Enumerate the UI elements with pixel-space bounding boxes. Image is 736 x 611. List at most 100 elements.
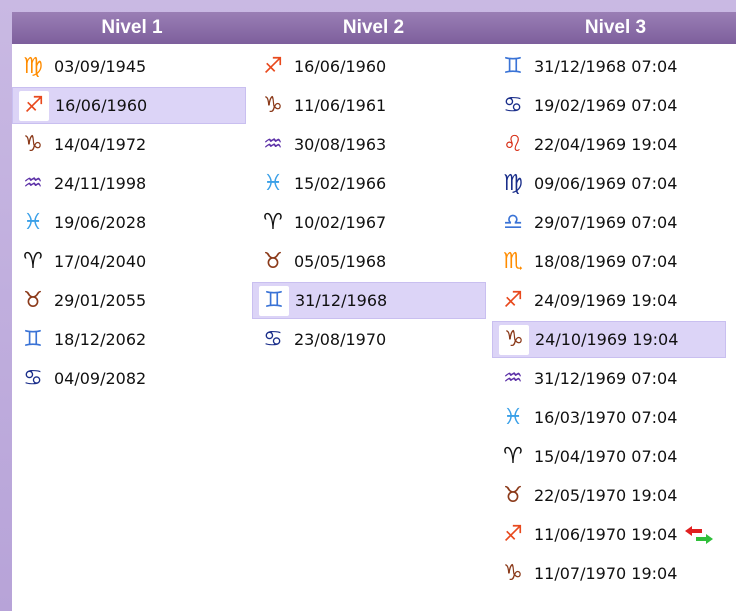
period-date-label: 05/05/1968 [294, 252, 387, 271]
period-row[interactable]: ♋ 23/08/1970 [252, 321, 486, 358]
pisces-icon: ♓ [503, 404, 523, 430]
period-date-label: 17/04/2040 [54, 252, 147, 271]
period-row[interactable]: ♊ 31/12/1968 07:04 [492, 48, 726, 85]
period-row[interactable]: ♌ 22/04/1969 19:04 [492, 126, 726, 163]
sagittarius-icon: ♐ [263, 53, 283, 79]
libra-icon: ♎ [503, 209, 523, 235]
cancer-icon: ♋ [23, 365, 43, 391]
sagittarius-icon: ♐ [503, 287, 523, 313]
period-date-label: 15/02/1966 [294, 174, 387, 193]
leo-icon: ♌ [503, 131, 523, 157]
level-3-list: ♊ 31/12/1968 07:04 ♋ 19/02/1969 07:04 ♌ 22/04… [492, 48, 726, 594]
period-row[interactable]: ♑ 11/07/1970 19:04 [492, 555, 726, 592]
period-date-label: 11/06/1961 [294, 96, 387, 115]
period-date-label: 16/06/1960 [55, 96, 148, 115]
period-date-label: 23/08/1970 [294, 330, 387, 349]
period-date-label: 24/10/1969 19:04 [535, 330, 679, 349]
period-date-label: 15/04/1970 07:04 [534, 447, 678, 466]
period-date-label: 16/06/1960 [294, 57, 387, 76]
period-row[interactable]: ♐ 16/06/1960 [252, 48, 486, 85]
cancer-icon: ♋ [263, 326, 283, 352]
pisces-icon: ♓ [263, 170, 283, 196]
aquarius-icon: ♒ [263, 131, 283, 157]
period-date-label: 24/09/1969 19:04 [534, 291, 678, 310]
period-row[interactable]: ♒ 24/11/1998 [12, 165, 246, 202]
virgo-icon: ♍ [23, 53, 43, 79]
period-row[interactable]: ♐ 11/06/1970 19:04 [492, 516, 726, 553]
period-date-label: 10/02/1967 [294, 213, 387, 232]
capricorn-icon: ♑ [499, 324, 529, 355]
period-row[interactable]: ♈ 15/04/1970 07:04 [492, 438, 726, 475]
taurus-icon: ♉ [263, 248, 283, 274]
column-title-nivel-2: Nivel 2 [342, 17, 405, 38]
period-date-label: 16/03/1970 07:04 [534, 408, 678, 427]
period-row[interactable]: ♏ 18/08/1969 07:04 [492, 243, 726, 280]
taurus-icon: ♉ [23, 287, 43, 313]
virgo-icon: ♍ [503, 170, 523, 196]
period-row[interactable]: ♈ 17/04/2040 [12, 243, 246, 280]
level-1-list: ♍ 03/09/1945 ♐ 16/06/1960 ♑ 14/04/1972 ♒ 24/11/… [12, 48, 246, 399]
aries-icon: ♈ [263, 209, 283, 235]
capricorn-icon: ♑ [23, 131, 43, 157]
period-date-label: 24/11/1998 [54, 174, 147, 193]
period-date-label: 04/09/2082 [54, 369, 147, 388]
aries-icon: ♈ [23, 248, 43, 274]
period-date-label: 03/09/1945 [54, 57, 147, 76]
capricorn-icon: ♑ [263, 92, 283, 118]
capricorn-icon: ♑ [503, 560, 523, 586]
levels-header: Nivel 1 Nivel 2 Nivel 3 [12, 12, 736, 44]
sagittarius-icon: ♐ [503, 521, 523, 547]
period-row[interactable]: ♑ 24/10/1969 19:04 [492, 321, 726, 358]
period-row[interactable]: ♉ 22/05/1970 19:04 [492, 477, 726, 514]
period-row[interactable]: ♓ 19/06/2028 [12, 204, 246, 241]
period-row[interactable]: ♓ 15/02/1966 [252, 165, 486, 202]
gemini-icon: ♊ [259, 285, 289, 316]
period-row[interactable]: ♉ 29/01/2055 [12, 282, 246, 319]
period-row[interactable]: ♐ 24/09/1969 19:04 [492, 282, 726, 319]
taurus-icon: ♉ [503, 482, 523, 508]
period-date-label: 29/01/2055 [54, 291, 147, 310]
period-date-label: 11/06/1970 19:04 [534, 525, 678, 544]
period-date-label: 18/08/1969 07:04 [534, 252, 678, 271]
period-row[interactable]: ♋ 19/02/1969 07:04 [492, 87, 726, 124]
period-row[interactable]: ♎ 29/07/1969 07:04 [492, 204, 726, 241]
period-date-label: 14/04/1972 [54, 135, 147, 154]
scorpio-icon: ♏ [503, 248, 523, 274]
swap-arrows-icon[interactable] [684, 525, 714, 545]
period-date-label: 22/04/1969 19:04 [534, 135, 678, 154]
period-row[interactable]: ♒ 31/12/1969 07:04 [492, 360, 726, 397]
period-row[interactable]: ♒ 30/08/1963 [252, 126, 486, 163]
sagittarius-icon: ♐ [19, 90, 49, 121]
period-date-label: 30/08/1963 [294, 135, 387, 154]
period-row[interactable]: ♋ 04/09/2082 [12, 360, 246, 397]
column-title-nivel-1: Nivel 1 [101, 17, 163, 38]
period-date-label: 22/05/1970 19:04 [534, 486, 678, 505]
period-row[interactable]: ♓ 16/03/1970 07:04 [492, 399, 726, 436]
aquarius-icon: ♒ [503, 365, 523, 391]
column-title-nivel-3: Nivel 3 [584, 17, 647, 38]
period-date-label: 31/12/1968 07:04 [534, 57, 678, 76]
period-row[interactable]: ♊ 18/12/2062 [12, 321, 246, 358]
period-row[interactable]: ♉ 05/05/1968 [252, 243, 486, 280]
period-row[interactable]: ♐ 16/06/1960 [12, 87, 246, 124]
period-date-label: 18/12/2062 [54, 330, 147, 349]
period-row[interactable]: ♊ 31/12/1968 [252, 282, 486, 319]
cancer-icon: ♋ [503, 92, 523, 118]
period-date-label: 19/06/2028 [54, 213, 147, 232]
period-date-label: 11/07/1970 19:04 [534, 564, 678, 583]
aquarius-icon: ♒ [23, 170, 43, 196]
period-row[interactable]: ♍ 09/06/1969 07:04 [492, 165, 726, 202]
zodiac-levels-panel: Nivel 1 Nivel 2 Nivel 3 ♍ 03/09/1945 ♐ 16/0… [12, 12, 736, 611]
gemini-icon: ♊ [503, 53, 523, 79]
period-row[interactable]: ♈ 10/02/1967 [252, 204, 486, 241]
gemini-icon: ♊ [23, 326, 43, 352]
aries-icon: ♈ [503, 443, 523, 469]
period-date-label: 31/12/1969 07:04 [534, 369, 678, 388]
level-2-list: ♐ 16/06/1960 ♑ 11/06/1961 ♒ 30/08/1963 ♓ 15/02/… [252, 48, 486, 360]
period-row[interactable]: ♑ 11/06/1961 [252, 87, 486, 124]
period-row[interactable]: ♑ 14/04/1972 [12, 126, 246, 163]
pisces-icon: ♓ [23, 209, 43, 235]
period-date-label: 19/02/1969 07:04 [534, 96, 678, 115]
period-date-label: 29/07/1969 07:04 [534, 213, 678, 232]
period-row[interactable]: ♍ 03/09/1945 [12, 48, 246, 85]
